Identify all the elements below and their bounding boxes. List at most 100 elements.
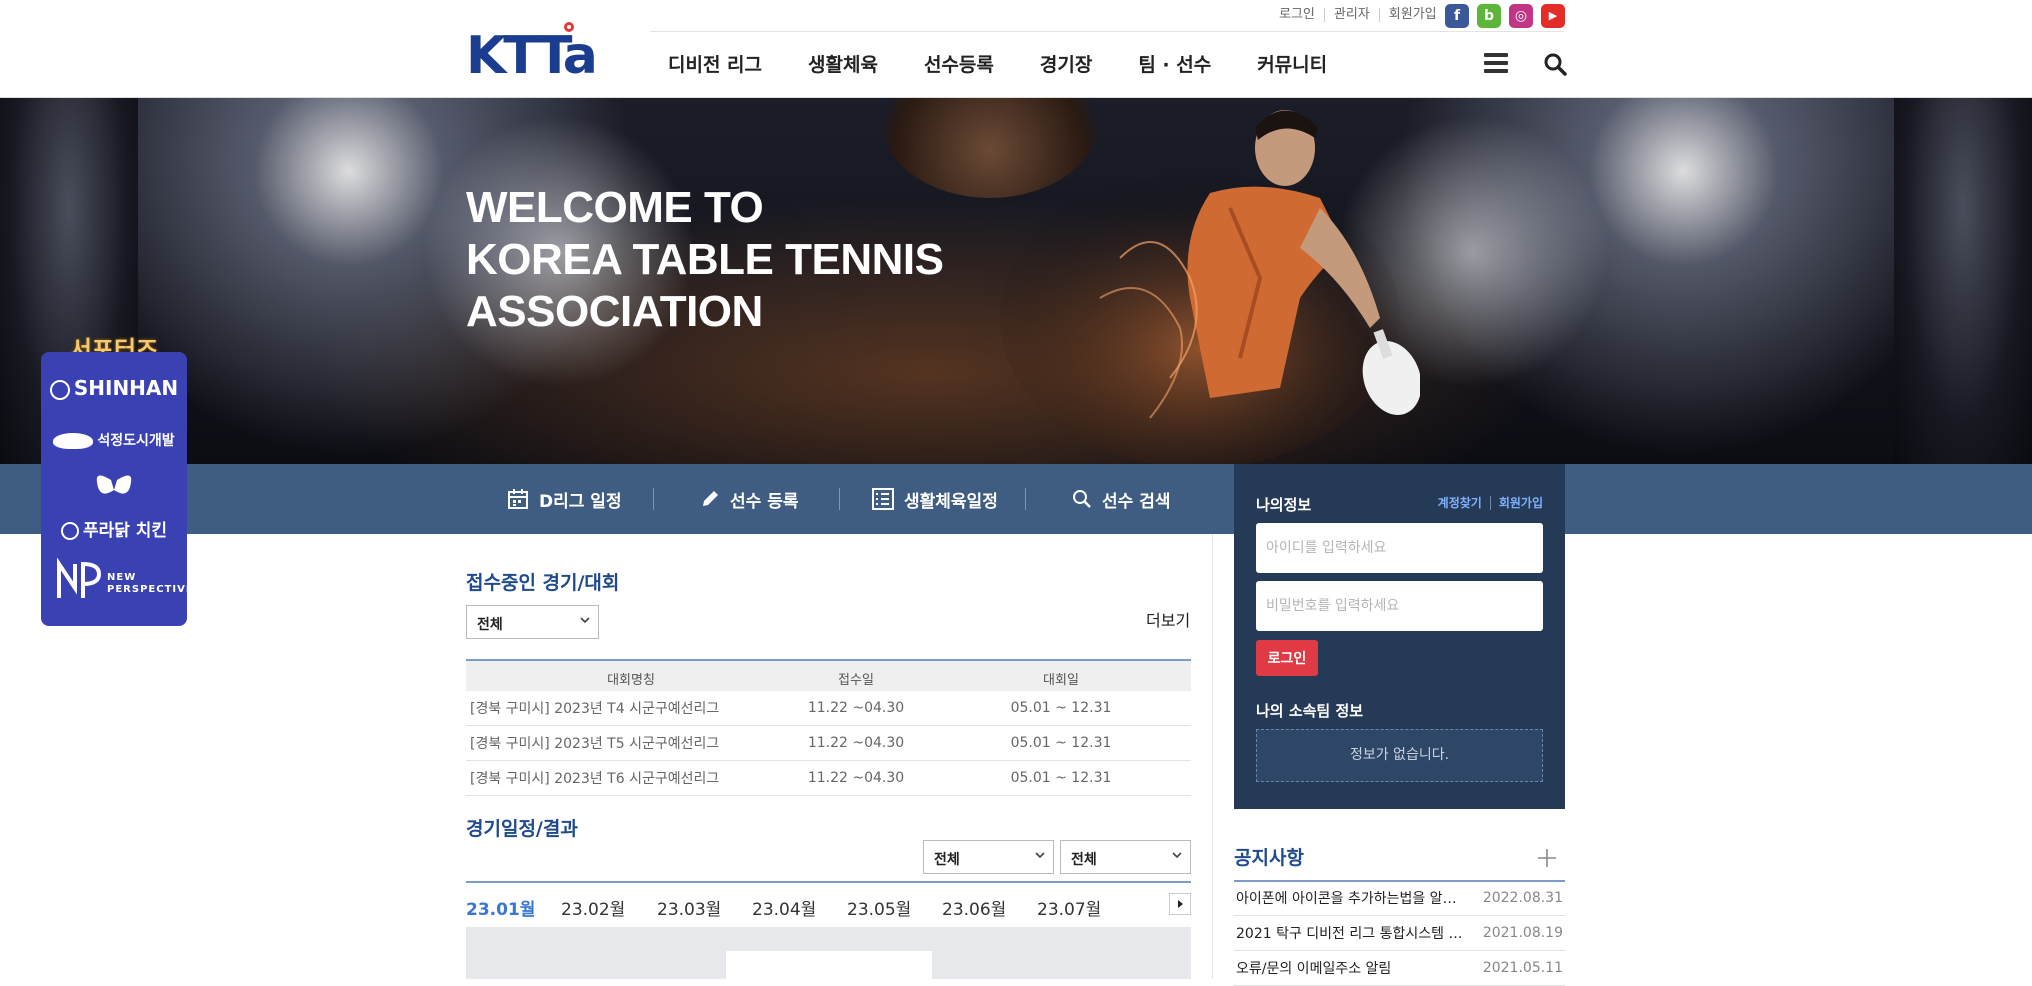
- next-month-button[interactable]: [1169, 893, 1191, 915]
- quick-sports-schedule[interactable]: 생활체육일정: [872, 464, 998, 534]
- list-icon: [872, 488, 894, 510]
- seokjeong-logo-icon: [53, 433, 94, 449]
- nav-divider: [650, 31, 1564, 32]
- notice-item[interactable]: 2021 탁구 디비전 리그 통합시스템 안내 2021.08.19: [1234, 917, 1565, 951]
- shinhan-logo-icon: [49, 379, 70, 400]
- my-info-title: 나의정보: [1256, 496, 1312, 514]
- find-account-link[interactable]: 계정찾기: [1438, 496, 1482, 510]
- user-id-input[interactable]: [1256, 523, 1543, 573]
- login-button[interactable]: 로그인: [1256, 640, 1318, 676]
- competition-date: 05.01 ~ 12.31: [1010, 770, 1112, 786]
- table-row[interactable]: [경북 구미시] 2023년 T6 시군구예선리그 11.22 ~04.30 0…: [466, 761, 1191, 796]
- sponsor-butterfly[interactable]: [41, 470, 187, 502]
- np-logo-icon: [57, 558, 102, 598]
- schedule-filter-1-value: 전체: [934, 852, 960, 868]
- top-signup-link[interactable]: 회원가입: [1380, 8, 1446, 22]
- column-header-registration: 접수일: [838, 673, 874, 688]
- notice-item[interactable]: 오류/문의 이메일주소 알림 2021.05.11: [1234, 952, 1565, 986]
- tab-month-05[interactable]: 23.05월: [847, 895, 911, 920]
- nav-sports-for-all[interactable]: 생활체육: [808, 50, 878, 77]
- my-team-title: 나의 소속팀 정보: [1256, 702, 1364, 720]
- band-icon[interactable]: b: [1477, 4, 1501, 28]
- schedule-card: [726, 951, 932, 979]
- hero-right-edge: [1894, 98, 2032, 464]
- nav-division-league[interactable]: 디비전 리그: [668, 50, 762, 77]
- facebook-icon[interactable]: f: [1445, 4, 1469, 28]
- table-row[interactable]: [경북 구미시] 2023년 T4 시군구예선리그 11.22 ~04.30 0…: [466, 691, 1191, 726]
- menu-icon[interactable]: [1484, 53, 1508, 73]
- nav-venues[interactable]: 경기장: [1040, 50, 1092, 77]
- sponsor-puradak-label: 푸라닭 치킨: [82, 521, 168, 541]
- caret-right-icon: [1178, 900, 1183, 908]
- sponsor-seokjeong[interactable]: 석정도시개발: [41, 430, 187, 450]
- column-header-date: 대회일: [1043, 673, 1079, 688]
- tab-month-06[interactable]: 23.06월: [942, 895, 1006, 920]
- competitions-title: 접수중인 경기/대회: [466, 572, 620, 594]
- hero-title: WELCOME TO KOREA TABLE TENNIS ASSOCIATIO…: [466, 182, 944, 338]
- chevron-down-icon: [1172, 852, 1182, 859]
- notices-title: 공지사항: [1234, 847, 1304, 869]
- top-admin-link[interactable]: 관리자: [1325, 8, 1380, 22]
- competition-date: 05.01 ~ 12.31: [1010, 700, 1112, 716]
- nav-teams-players[interactable]: 팀 · 선수: [1138, 50, 1211, 77]
- site-header: KTTa 로그인 관리자 회원가입 f b ◎ ▶ 디비전 리그 생활체육 선수…: [0, 0, 2032, 98]
- quick-player-registration[interactable]: 선수 등록: [700, 464, 798, 534]
- chevron-down-icon: [1035, 852, 1045, 859]
- notice-date: 2021.08.19: [1482, 925, 1563, 941]
- quick-dleague-label: D리그 일정: [539, 491, 622, 512]
- notice-title: 아이폰에 아이콘을 추가하는법을 알려드립니다: [1236, 891, 1466, 907]
- main-nav: 디비전 리그 생활체육 선수등록 경기장 팀 · 선수 커뮤니티: [668, 50, 1373, 77]
- signup-link[interactable]: 회원가입: [1489, 496, 1543, 510]
- month-tabs: 23.01월 23.02월 23.03월 23.04월 23.05월 23.06…: [466, 881, 1191, 931]
- butterfly-icon: [96, 475, 132, 494]
- sponsor-shinhan[interactable]: SHINHAN: [41, 376, 187, 400]
- logo-dot-icon: [564, 22, 574, 32]
- quick-dleague-schedule[interactable]: D리그 일정: [507, 464, 622, 534]
- notice-date: 2022.08.31: [1482, 890, 1563, 906]
- nav-player-registration[interactable]: 선수등록: [924, 50, 994, 77]
- notice-title: 2021 탁구 디비전 리그 통합시스템 안내: [1236, 926, 1466, 942]
- hero-title-line3: ASSOCIATION: [466, 287, 763, 336]
- youtube-icon[interactable]: ▶: [1541, 4, 1565, 28]
- quick-sports-schedule-label: 생활체육일정: [904, 491, 998, 512]
- competition-registration: 11.22 ~04.30: [807, 735, 905, 751]
- supporters-panel: SHINHAN 석정도시개발 푸라닭 치킨 NEW PERSPECTIVE: [41, 352, 193, 626]
- magnifier-icon: [1073, 490, 1091, 508]
- quick-divider: [1025, 488, 1026, 510]
- top-utility-links: 로그인 관리자 회원가입: [1270, 8, 1446, 22]
- competitions-filter-select[interactable]: 전체: [466, 605, 599, 639]
- quick-player-search[interactable]: 선수 검색: [1072, 464, 1170, 534]
- ktta-logo[interactable]: KTTa: [466, 22, 606, 86]
- instagram-icon[interactable]: ◎: [1509, 4, 1533, 28]
- sponsor-puradak[interactable]: 푸라닭 치킨: [41, 516, 187, 541]
- schedule-title: 경기일정/결과: [466, 818, 578, 840]
- my-info-panel: 나의정보 계정찾기 회원가입 로그인 나의 소속팀 정보 정보가 없습니다.: [1234, 464, 1565, 809]
- quick-divider: [839, 488, 840, 510]
- tab-month-04[interactable]: 23.04월: [752, 895, 816, 920]
- tab-month-01[interactable]: 23.01월: [466, 895, 536, 931]
- puradak-logo-icon: [60, 522, 79, 540]
- notice-date: 2021.05.11: [1482, 960, 1563, 976]
- notice-item[interactable]: 아이폰에 아이콘을 추가하는법을 알려드립니다 2022.08.31: [1234, 882, 1565, 916]
- plus-icon[interactable]: [1537, 848, 1557, 868]
- tab-month-07[interactable]: 23.07월: [1037, 895, 1101, 920]
- tab-month-02[interactable]: 23.02월: [561, 895, 625, 920]
- player-illustration: [1000, 110, 1420, 464]
- search-icon[interactable]: [1543, 52, 1567, 76]
- hero-banner: WELCOME TO KOREA TABLE TENNIS ASSOCIATIO…: [0, 98, 2032, 464]
- competitions-filter-value: 전체: [477, 617, 503, 633]
- table-row[interactable]: [경북 구미시] 2023년 T5 시군구예선리그 11.22 ~04.30 0…: [466, 726, 1191, 761]
- sponsor-new-perspective[interactable]: NEW PERSPECTIVE: [41, 558, 193, 608]
- tab-month-03[interactable]: 23.03월: [657, 895, 721, 920]
- calendar-icon: [508, 489, 528, 509]
- competitions-more-link[interactable]: 더보기: [1146, 607, 1190, 631]
- logo-text: KTTa: [466, 26, 598, 86]
- nav-community[interactable]: 커뮤니티: [1257, 50, 1327, 77]
- notice-title: 오류/문의 이메일주소 알림: [1236, 961, 1392, 977]
- top-login-link[interactable]: 로그인: [1270, 8, 1325, 22]
- schedule-filter-select-2[interactable]: 전체: [1060, 840, 1191, 874]
- pencil-icon: [703, 491, 718, 506]
- schedule-filter-select-1[interactable]: 전체: [923, 840, 1054, 874]
- password-input[interactable]: [1256, 581, 1543, 631]
- schedule-filter-2-value: 전체: [1071, 852, 1097, 868]
